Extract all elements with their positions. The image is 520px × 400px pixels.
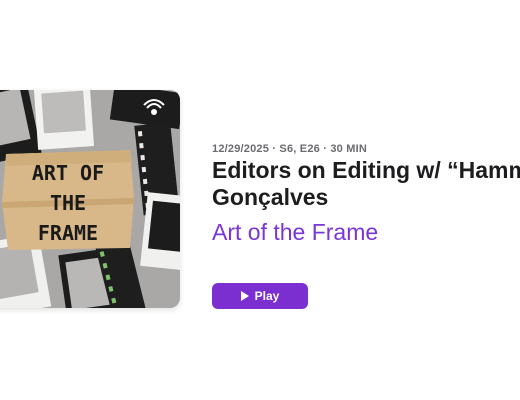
episode-card: ART OF THE FRAME 12/29/2025 · S6, E26 · … bbox=[0, 0, 520, 400]
episode-title[interactable]: Editors on Editing w/ “Hammy Gonçalves bbox=[212, 157, 520, 211]
episode-title-line2: Gonçalves bbox=[212, 184, 329, 210]
episode-meta: 12/29/2025 · S6, E26 · 30 MIN bbox=[212, 143, 367, 155]
show-name-link[interactable]: Art of the Frame bbox=[212, 219, 378, 246]
artwork-image: ART OF THE FRAME bbox=[0, 90, 180, 308]
episode-artwork[interactable]: ART OF THE FRAME bbox=[0, 90, 180, 308]
episode-title-line1: Editors on Editing w/ “Hammy bbox=[212, 157, 520, 183]
artwork-label-line2: THE bbox=[50, 191, 86, 215]
artwork-label-line1: ART OF bbox=[32, 161, 104, 185]
play-button-label: Play bbox=[254, 289, 280, 303]
artwork-label-line3: FRAME bbox=[38, 221, 98, 245]
play-button[interactable]: Play bbox=[212, 283, 308, 309]
play-icon bbox=[240, 291, 249, 301]
